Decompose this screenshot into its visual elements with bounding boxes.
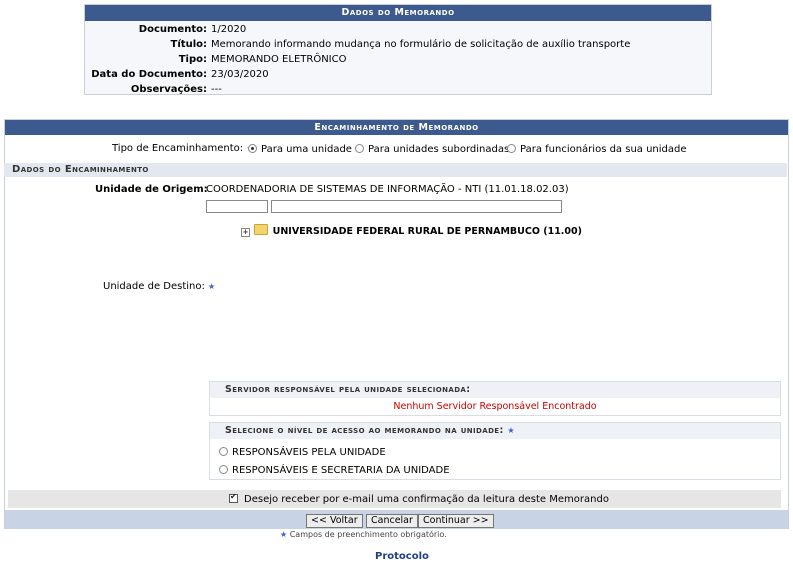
memo-row-documento: Documento: 1/2020 bbox=[85, 22, 632, 37]
required-star-icon: ★ bbox=[507, 426, 515, 435]
email-confirm-checkbox[interactable] bbox=[229, 492, 238, 503]
continue-button[interactable]: Continuar >> bbox=[418, 514, 494, 528]
radio-label: RESPONSÁVEIS PELA UNIDADE bbox=[232, 447, 386, 458]
memo-value: 1/2020 bbox=[211, 24, 247, 35]
unit-tree-root-label[interactable]: UNIVERSIDADE FEDERAL RURAL DE PERNAMBUCO… bbox=[273, 226, 582, 237]
radio-label: Para unidades subordinadas bbox=[368, 144, 510, 155]
memo-value: --- bbox=[211, 84, 222, 95]
radio-icon[interactable] bbox=[219, 447, 228, 456]
memo-label: Documento: bbox=[138, 24, 207, 35]
memo-label: Observações: bbox=[130, 84, 207, 95]
memo-label: Título: bbox=[170, 39, 207, 50]
email-confirm-label: Desejo receber por e-mail uma confirmaçã… bbox=[244, 494, 609, 505]
forwarding-type-label: Tipo de Encaminhamento: ★ bbox=[112, 143, 254, 154]
forwarding-title: Encaminhamento de Memorando bbox=[5, 120, 788, 135]
expand-plus-icon[interactable]: + bbox=[241, 228, 250, 237]
email-confirm-checkbox-wrap[interactable]: Desejo receber por e-mail uma confirmaçã… bbox=[229, 492, 609, 505]
radio-icon[interactable] bbox=[219, 465, 228, 474]
section-dados-encaminhamento: Dados do Encaminhamento bbox=[4, 163, 787, 177]
memo-details-title: Dados do Memorando bbox=[85, 5, 711, 21]
responsible-server-title: Servidor responsável pela unidade seleci… bbox=[210, 382, 780, 398]
back-button[interactable]: << Voltar bbox=[306, 514, 363, 528]
unit-code-input[interactable] bbox=[206, 200, 268, 213]
unit-name-input[interactable] bbox=[271, 200, 562, 213]
memo-label: Tipo: bbox=[178, 54, 207, 65]
memo-row-titulo: Título: Memorando informando mudança no … bbox=[85, 37, 632, 52]
required-note-text: Campos de preenchimento obrigatório. bbox=[289, 530, 447, 539]
memo-row-data: Data do Documento: 23/03/2020 bbox=[85, 67, 632, 82]
required-star-icon: ★ bbox=[280, 530, 288, 539]
radio-label: RESPONSÁVEIS E SECRETARIA DA UNIDADE bbox=[232, 465, 450, 476]
radio-selected-icon[interactable] bbox=[248, 144, 257, 153]
destination-unit-text: Unidade de Destino: bbox=[103, 281, 205, 292]
radio-icon[interactable] bbox=[507, 144, 516, 153]
required-note: ★ Campos de preenchimento obrigatório. bbox=[280, 530, 447, 539]
radio-icon[interactable] bbox=[355, 144, 364, 153]
radio-option-unidade[interactable]: Para uma unidade bbox=[248, 144, 352, 155]
responsible-server-panel: Servidor responsável pela unidade seleci… bbox=[209, 381, 781, 416]
radio-option-funcionarios[interactable]: Para funcionários da sua unidade bbox=[507, 144, 687, 155]
memo-details-table: Documento: 1/2020 Título: Memorando info… bbox=[85, 22, 632, 97]
access-level-header: Selecione o nível de acesso ao memorando… bbox=[210, 423, 780, 439]
memo-label: Data do Documento: bbox=[91, 69, 207, 80]
memo-value: MEMORANDO ELETRÔNICO bbox=[211, 54, 347, 65]
origin-unit-label: Unidade de Origem: bbox=[95, 184, 208, 195]
origin-unit-value: COORDENADORIA DE SISTEMAS DE INFORMAÇÃO … bbox=[206, 184, 569, 195]
access-level-title: Selecione o nível de acesso ao memorando… bbox=[225, 425, 504, 436]
memo-value: 23/03/2020 bbox=[211, 69, 269, 80]
unit-tree-root[interactable]: + UNIVERSIDADE FEDERAL RURAL DE PERNAMBU… bbox=[241, 224, 582, 237]
radio-option-subordinadas[interactable]: Para unidades subordinadas bbox=[355, 144, 509, 155]
forwarding-type-text: Tipo de Encaminhamento: bbox=[112, 143, 244, 154]
folder-icon bbox=[254, 224, 269, 235]
radio-label: Para uma unidade bbox=[261, 144, 352, 155]
memo-value: Memorando informando mudança no formulár… bbox=[211, 39, 631, 50]
radio-label: Para funcionários da sua unidade bbox=[520, 144, 687, 155]
memo-details-panel: Dados do Memorando Documento: 1/2020 Tít… bbox=[84, 4, 712, 95]
required-star-icon: ★ bbox=[208, 282, 216, 291]
destination-unit-label: Unidade de Destino: ★ bbox=[103, 281, 215, 292]
protocolo-link[interactable]: Protocolo bbox=[375, 551, 429, 562]
memo-row-observacoes: Observações: --- bbox=[85, 82, 632, 97]
access-option-responsaveis[interactable]: RESPONSÁVEIS PELA UNIDADE bbox=[219, 447, 386, 458]
access-option-responsaveis-secretaria[interactable]: RESPONSÁVEIS E SECRETARIA DA UNIDADE bbox=[219, 465, 450, 476]
responsible-server-empty: Nenhum Servidor Responsável Encontrado bbox=[393, 401, 597, 412]
memo-row-tipo: Tipo: MEMORANDO ELETRÔNICO bbox=[85, 52, 632, 67]
cancel-button[interactable]: Cancelar bbox=[366, 514, 418, 528]
